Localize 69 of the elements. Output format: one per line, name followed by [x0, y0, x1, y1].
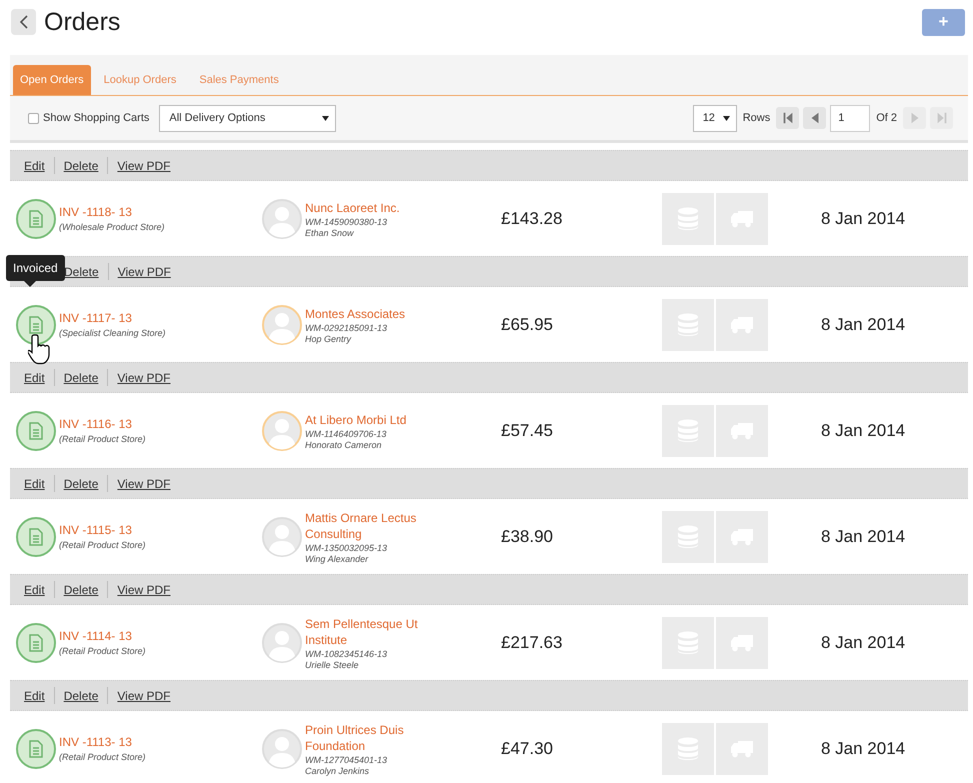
checkbox[interactable] [28, 112, 39, 124]
action-link[interactable]: View PDF [117, 688, 171, 702]
order-amount: £57.45 [501, 420, 554, 440]
order-date: 8 Jan 2014 [821, 738, 906, 758]
skip-back-icon [780, 111, 795, 125]
prev-page-button[interactable] [803, 107, 826, 129]
action-link[interactable]: Edit [24, 688, 45, 702]
account-number: WM-1350032095-13 [305, 542, 388, 552]
action-link[interactable]: Delete [64, 476, 98, 490]
caret-icon [722, 116, 730, 120]
rows-select[interactable]: 12 [692, 104, 737, 132]
contact-name: Carolyn Jenkins [305, 766, 370, 776]
action-link[interactable]: Edit [24, 476, 45, 490]
order-date: 8 Jan 2014 [821, 208, 906, 228]
action-link[interactable]: Delete [64, 158, 98, 172]
account-number: WM-0292185091-13 [305, 322, 388, 332]
order-date: 8 Jan 2014 [821, 526, 906, 546]
order-date: 8 Jan 2014 [821, 314, 906, 334]
invoice-status-icon[interactable] [16, 516, 56, 556]
page-input[interactable]: 1 [830, 104, 870, 132]
order-date: 8 Jan 2014 [821, 420, 906, 440]
invoice-status-icon[interactable] [16, 198, 56, 238]
account-number: WM-1146409706-13 [305, 428, 388, 438]
order-amount: £217.63 [501, 632, 564, 652]
store-name: (Specialist Cleaning Store) [59, 328, 166, 338]
invoice-status-icon[interactable] [16, 728, 56, 768]
action-link[interactable]: Edit [24, 582, 45, 596]
contact-name: Honorato Cameron [305, 440, 383, 450]
action-link[interactable]: View PDF [117, 370, 171, 384]
invoice-status-icon[interactable] [16, 622, 56, 662]
chevron-left-icon [18, 15, 28, 29]
store-name: (Retail Product Store) [59, 646, 146, 656]
contact-name: Hop Gentry [305, 334, 352, 344]
store-name: (Retail Product Store) [59, 752, 146, 762]
first-page-button[interactable] [776, 107, 800, 129]
rows-label: Rows [742, 112, 770, 124]
account-number: WM-1277045401-13 [305, 754, 388, 764]
page-count: Of 2 [876, 112, 897, 124]
action-link[interactable]: View PDF [117, 476, 171, 490]
order-amount: £38.90 [501, 526, 554, 546]
page-title: Orders [44, 8, 120, 36]
order-amount: £65.95 [501, 314, 554, 334]
action-link[interactable]: View PDF [117, 582, 171, 596]
action-link[interactable]: Delete [64, 370, 98, 384]
action-link[interactable]: View PDF [117, 158, 171, 172]
order-amount: £47.30 [501, 738, 554, 758]
action-link[interactable]: View PDF [118, 264, 171, 278]
skip-forward-icon [934, 111, 948, 125]
action-link[interactable]: Delete [64, 688, 98, 702]
contact-name: Wing Alexander [305, 554, 370, 564]
invoice-status-icon[interactable] [16, 304, 56, 344]
contact-name: Urielle Steele [305, 660, 360, 670]
account-number: WM-1459090380-13 [305, 216, 388, 226]
action-link[interactable]: Delete [64, 582, 98, 596]
store-name: (Retail Product Store) [59, 540, 146, 550]
tooltip: Invoiced [6, 254, 65, 286]
action-link[interactable]: Edit [24, 370, 45, 384]
contact-name: Ethan Snow [305, 228, 355, 238]
invoice-status-icon[interactable] [16, 410, 56, 450]
action-link[interactable]: Delete [64, 264, 99, 278]
store-name: (Retail Product Store) [59, 434, 146, 444]
action-link[interactable]: Edit [24, 158, 45, 172]
caret-icon [322, 116, 330, 120]
account-number: WM-1082345146-13 [305, 648, 388, 658]
store-name: (Wholesale Product Store) [59, 222, 165, 232]
delivery-select[interactable]: All Delivery Options [159, 104, 336, 132]
order-amount: £143.28 [501, 208, 564, 228]
order-date: 8 Jan 2014 [821, 632, 906, 652]
back-button[interactable] [11, 9, 36, 35]
